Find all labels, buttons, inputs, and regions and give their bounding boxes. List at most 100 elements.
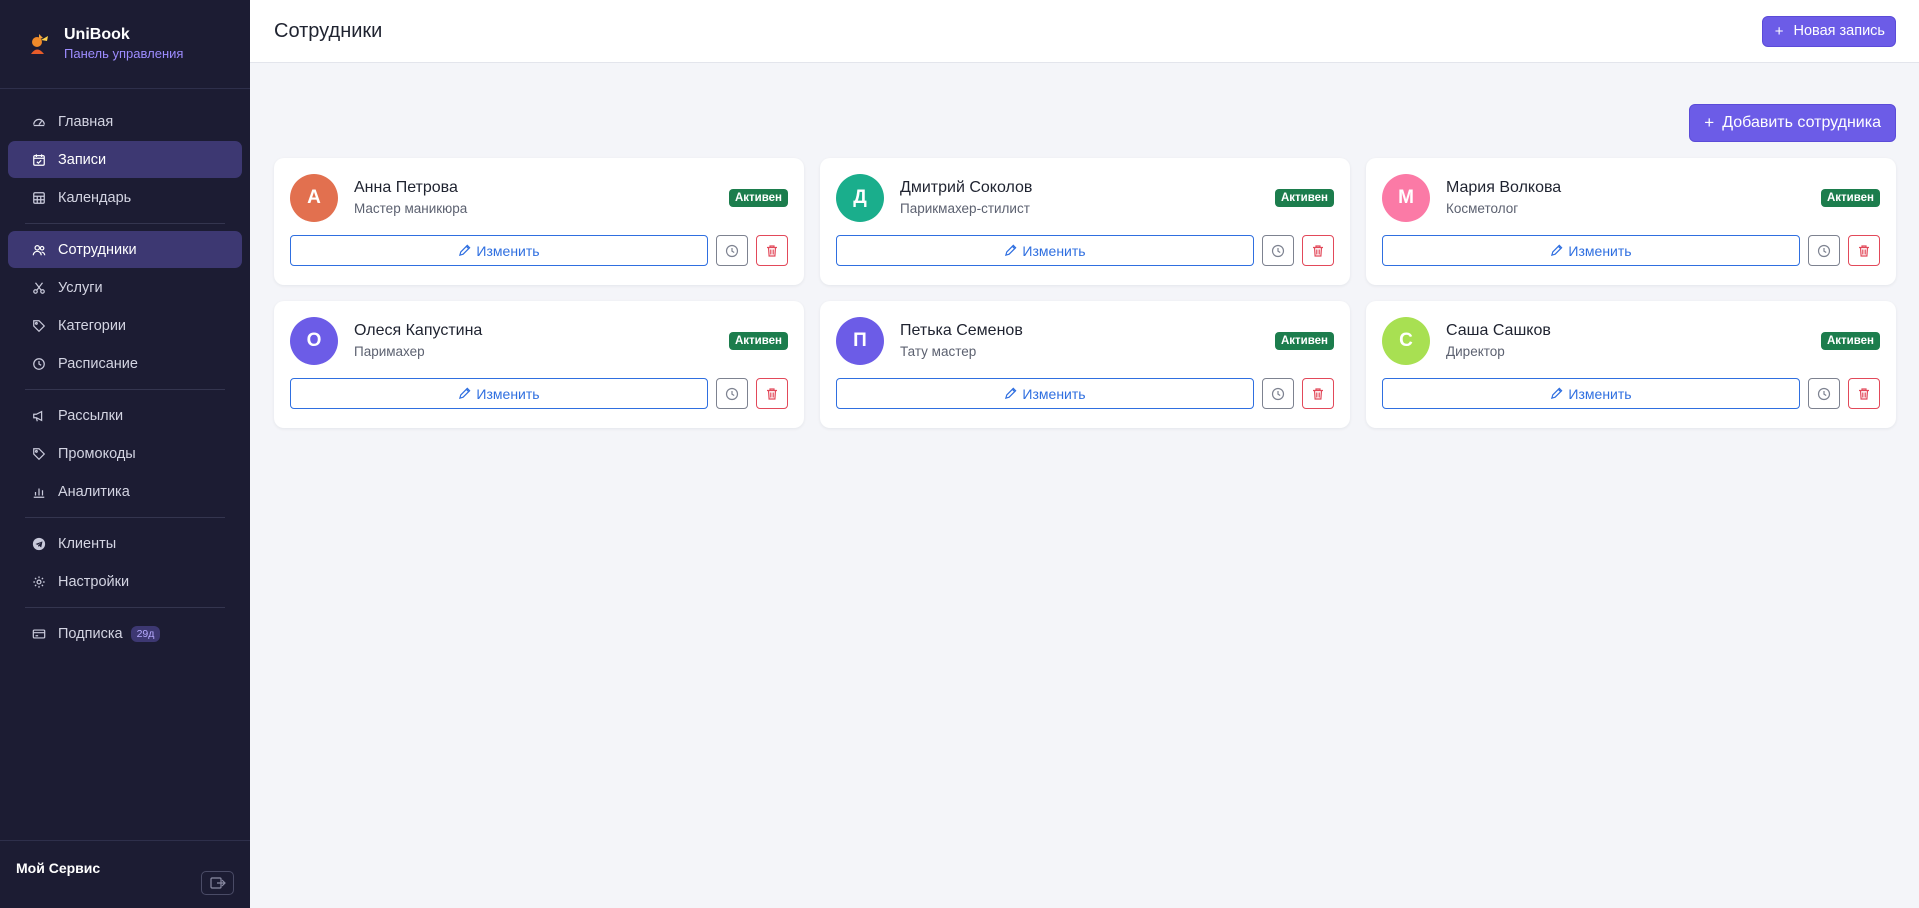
edit-button[interactable]: Изменить: [1382, 235, 1800, 266]
edit-button[interactable]: Изменить: [836, 235, 1254, 266]
employee-card: Д Дмитрий Соколов Парикмахер-стилист Акт…: [820, 158, 1350, 285]
edit-button[interactable]: Изменить: [290, 235, 708, 266]
sidebar-item-subscription[interactable]: Подписка 29д: [8, 615, 242, 652]
trash-icon: [767, 387, 777, 400]
pencil-icon: [1005, 387, 1017, 400]
schedule-button[interactable]: [1262, 235, 1294, 266]
employee-card: М Мария Волкова Косметолог Активен Измен…: [1366, 158, 1896, 285]
employee-card: А Анна Петрова Мастер маникюра Активен И…: [274, 158, 804, 285]
delete-button[interactable]: [1848, 378, 1880, 409]
pencil-icon: [1005, 244, 1017, 257]
employee-role: Директор: [1446, 343, 1505, 359]
nav-divider: [25, 389, 225, 390]
new-appointment-button[interactable]: + Новая запись: [1761, 15, 1896, 47]
brand-title: UniBook: [64, 26, 130, 43]
sidebar-item-label: Услуги: [58, 279, 103, 296]
employee-role: Паримахер: [354, 343, 425, 359]
new-appointment-label: Новая запись: [1793, 23, 1886, 39]
edit-button[interactable]: Изменить: [1382, 378, 1800, 409]
sidebar-item-clients[interactable]: Клиенты: [8, 525, 242, 562]
page-title: Сотрудники: [274, 19, 383, 42]
avatar: С: [1382, 316, 1430, 365]
sidebar-item-promocodes[interactable]: Промокоды: [8, 435, 242, 472]
schedule-button[interactable]: [716, 235, 748, 266]
sidebar-item-label: Аналитика: [58, 483, 130, 500]
pencil-icon: [459, 244, 471, 257]
brand[interactable]: UniBook Панель управления: [0, 0, 250, 89]
employee-name: Анна Петрова: [354, 178, 458, 196]
service-name: Мой Сервис: [16, 859, 101, 876]
credit-card-icon: [32, 627, 46, 641]
sidebar-item-appointments[interactable]: Записи: [8, 141, 242, 178]
delete-button[interactable]: [1848, 235, 1880, 266]
delete-button[interactable]: [756, 378, 788, 409]
sidebar-item-mailings[interactable]: Рассылки: [8, 397, 242, 434]
pencil-icon: [1551, 387, 1563, 400]
sidebar-item-label: Записи: [58, 151, 107, 168]
sidebar-item-label: Подписка: [58, 625, 123, 642]
sidebar-item-label: Календарь: [58, 189, 132, 206]
telegram-icon: [32, 537, 46, 551]
sidebar-item-settings[interactable]: Настройки: [8, 563, 242, 600]
avatar: А: [290, 173, 338, 222]
schedule-button[interactable]: [1808, 235, 1840, 266]
sidebar-item-home[interactable]: Главная: [8, 103, 242, 140]
status-badge: Активен: [1820, 332, 1880, 350]
clock-icon: [1817, 244, 1831, 257]
sidebar-item-services[interactable]: Услуги: [8, 269, 242, 306]
clock-icon: [725, 387, 739, 400]
plus-icon: +: [1704, 113, 1715, 132]
employee-name: Саша Сашков: [1446, 321, 1551, 339]
trash-icon: [1313, 387, 1323, 400]
brand-subtitle: Панель управления: [64, 46, 184, 61]
avatar: Д: [836, 173, 884, 222]
sidebar-item-schedule[interactable]: Расписание: [8, 345, 242, 382]
calendar-check-icon: [32, 153, 46, 167]
schedule-button[interactable]: [1262, 378, 1294, 409]
status-badge: Активен: [1274, 189, 1334, 207]
top-header: Сотрудники + Новая запись: [250, 0, 1919, 63]
sidebar-item-label: Промокоды: [58, 445, 136, 462]
dashboard-icon: [32, 115, 46, 129]
sidebar-nav: Главная Записи Календарь Сотрудники Услу…: [0, 89, 250, 652]
edit-label: Изменить: [1022, 242, 1086, 259]
clock-icon: [1271, 387, 1285, 400]
nav-divider: [25, 517, 225, 518]
megaphone-icon: [32, 409, 46, 423]
trash-icon: [1859, 244, 1869, 257]
schedule-button[interactable]: [1808, 378, 1840, 409]
clock-icon: [725, 244, 739, 257]
delete-button[interactable]: [1302, 235, 1334, 266]
edit-button[interactable]: Изменить: [290, 378, 708, 409]
clock-icon: [1817, 387, 1831, 400]
trash-icon: [1313, 244, 1323, 257]
delete-button[interactable]: [1302, 378, 1334, 409]
add-employee-label: Добавить сотрудника: [1722, 114, 1881, 131]
employee-card: П Петька Семенов Тату мастер Активен Изм…: [820, 301, 1350, 428]
delete-button[interactable]: [756, 235, 788, 266]
logout-button[interactable]: [201, 870, 234, 895]
nav-divider: [25, 607, 225, 608]
sidebar-item-label: Рассылки: [58, 407, 124, 424]
employee-name: Олеся Капустина: [354, 321, 483, 339]
sidebar-item-employees[interactable]: Сотрудники: [8, 231, 242, 268]
tags-icon: [32, 319, 46, 333]
sidebar-item-calendar[interactable]: Календарь: [8, 179, 242, 216]
schedule-button[interactable]: [716, 378, 748, 409]
nav-divider: [25, 223, 225, 224]
sidebar-item-analytics[interactable]: Аналитика: [8, 473, 242, 510]
scissors-icon: [32, 281, 46, 295]
employee-role: Косметолог: [1446, 200, 1519, 216]
edit-label: Изменить: [1568, 385, 1632, 402]
status-badge: Активен: [1820, 189, 1880, 207]
calendar-grid-icon: [32, 191, 46, 205]
sidebar-item-categories[interactable]: Категории: [8, 307, 242, 344]
employee-role: Тату мастер: [900, 343, 977, 359]
employee-role: Мастер маникюра: [354, 200, 468, 216]
sidebar-item-label: Главная: [58, 113, 114, 130]
add-employee-button[interactable]: + Добавить сотрудника: [1689, 104, 1896, 142]
sidebar-footer: Мой Сервис: [0, 840, 250, 908]
edit-button[interactable]: Изменить: [836, 378, 1254, 409]
sidebar-item-label: Настройки: [58, 573, 130, 590]
status-badge: Активен: [728, 189, 788, 207]
